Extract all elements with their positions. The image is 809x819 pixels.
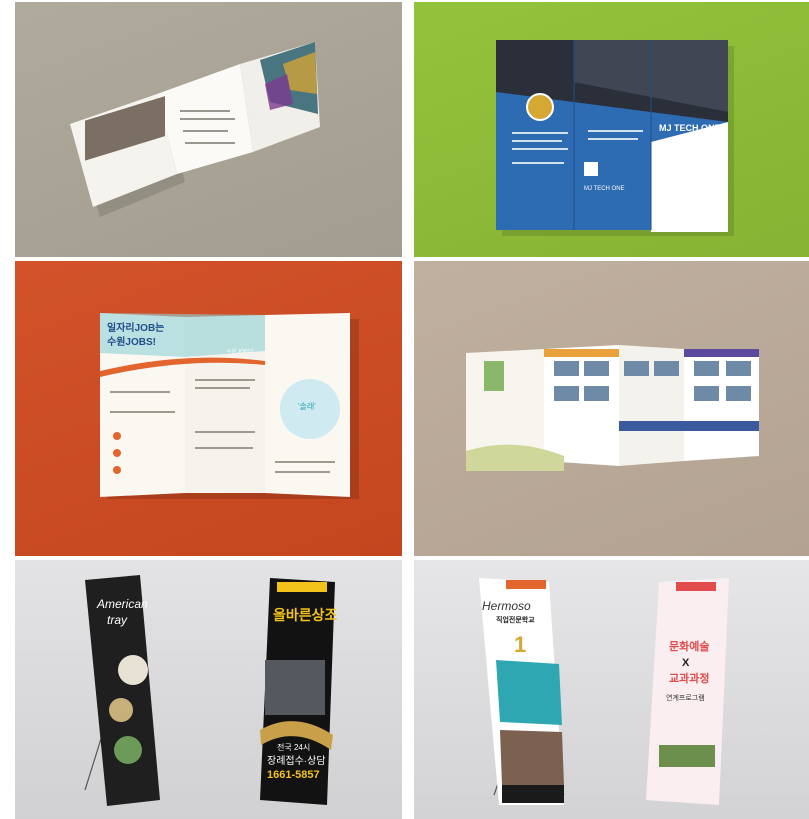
sangjo-banner-title: 올바른상조 xyxy=(273,607,338,623)
mockup-jobs-trifold: 일자리JOB는 수원JOBS! 수원 JOBS? '솔래' xyxy=(15,261,402,556)
jobs-title-2: 수원JOBS! xyxy=(107,335,156,348)
mockup-mj-tech-one-trifold: MJ TECH ONE MJ TECH ONE xyxy=(414,2,809,257)
xbanner-left-illustration: American tray 올바른상조 전국 24시 장례접수·상담 1661-… xyxy=(84,575,338,806)
culture-banner-line2: 교과과정 xyxy=(669,671,709,685)
american-banner-sub: tray xyxy=(107,613,128,627)
mockup-square-brochure xyxy=(15,2,402,257)
culture-banner-x: X xyxy=(682,657,690,669)
tour-brochure-illustration xyxy=(466,345,759,471)
sangjo-banner-phone: 1661-5857 xyxy=(267,769,320,781)
sangjo-banner-line2: 장례접수·상담 xyxy=(267,755,326,767)
hermoso-sub: 직업전문학교 xyxy=(496,615,535,624)
mockup-tour-brochure xyxy=(414,261,809,556)
xbanner-right-illustration: Hermoso 직업전문학교 1 문화예술 X 교과과정 연계프로그램 xyxy=(479,578,729,805)
american-banner-title: American xyxy=(96,597,148,611)
hermoso-number-one: 1 xyxy=(514,632,526,657)
jobs-title-1: 일자리JOB는 xyxy=(107,321,164,334)
mj-tech-one-illustration: MJ TECH ONE MJ TECH ONE xyxy=(496,40,734,236)
culture-banner-line3: 연계프로그램 xyxy=(666,693,705,702)
jobs-brand: '솔래' xyxy=(298,402,316,411)
mockup-xbanner-pair-right: Hermoso 직업전문학교 1 문화예술 X 교과과정 연계프로그램 xyxy=(414,560,809,819)
square-brochure-illustration xyxy=(70,42,320,217)
jobs-sub: 수원 JOBS? xyxy=(227,348,254,355)
jobs-trifold-illustration: 일자리JOB는 수원JOBS! 수원 JOBS? '솔래' xyxy=(100,313,359,499)
mockup-xbanner-pair-left: American tray 올바른상조 전국 24시 장례접수·상담 1661-… xyxy=(15,560,402,819)
mj-tech-logo-front: MJ TECH ONE xyxy=(659,123,721,133)
culture-banner-line1: 문화예술 xyxy=(669,639,709,653)
mj-tech-logo-back: MJ TECH ONE xyxy=(584,186,625,192)
hermoso-title: Hermoso xyxy=(482,599,531,613)
sangjo-banner-line1: 전국 24시 xyxy=(277,742,310,752)
